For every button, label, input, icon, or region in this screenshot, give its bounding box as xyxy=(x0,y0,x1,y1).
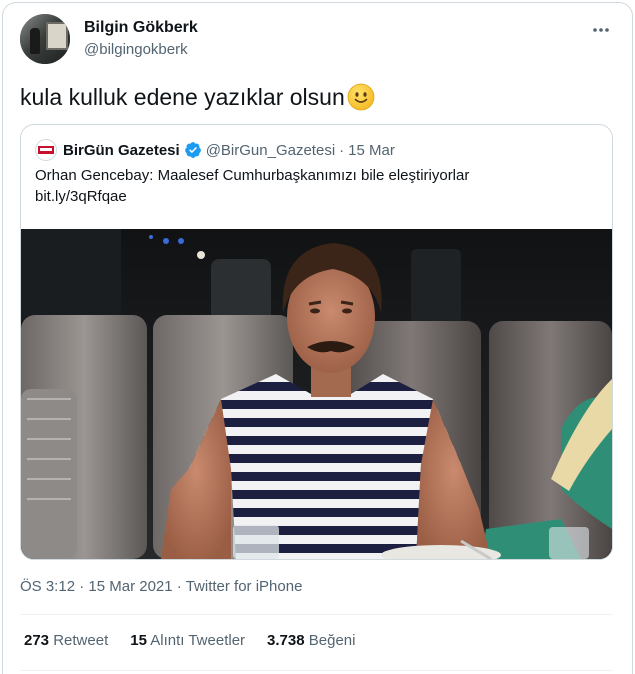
avatar[interactable] xyxy=(20,14,70,64)
divider xyxy=(20,670,613,671)
separator-dot: · xyxy=(79,578,85,595)
likes-count: 3.738 xyxy=(267,632,305,649)
tweet-text: kula kulluk edene yazıklar olsun xyxy=(20,80,375,114)
likes-stat[interactable]: 3.738 Beğeni xyxy=(267,632,355,649)
tweet-source[interactable]: Twitter for iPhone xyxy=(186,578,303,595)
divider xyxy=(20,614,613,615)
quoted-date[interactable]: 15 Mar xyxy=(348,142,395,159)
retweets-label: Retweet xyxy=(53,632,109,649)
quoted-tweet-text: Orhan Gencebay: Maalesef Cumhurbaşkanımı… xyxy=(35,165,469,207)
author-block: Bilgin Gökberk @bilgingokberk xyxy=(84,18,198,60)
more-dots-icon[interactable] xyxy=(591,20,611,40)
tweet-header: Bilgin Gökberk @bilgingokberk xyxy=(20,14,615,66)
tweet-meta: ÖS 3:12 · 15 Mar 2021 · Twitter for iPho… xyxy=(20,578,302,595)
likes-label: Beğeni xyxy=(308,632,356,649)
tweet-text-content: kula kulluk edene yazıklar olsun xyxy=(20,84,345,110)
quoted-tweet[interactable]: BirGün Gazetesi @BirGun_Gazetesi · 15 Ma… xyxy=(20,124,613,560)
separator-dot: · xyxy=(176,578,182,595)
smiling-face-emoji-icon xyxy=(347,83,375,111)
quoted-author-handle[interactable]: @BirGun_Gazetesi xyxy=(206,142,335,159)
quoted-text-line: Orhan Gencebay: Maalesef Cumhurbaşkanımı… xyxy=(35,167,470,184)
author-display-name[interactable]: Bilgin Gökberk xyxy=(84,18,198,38)
quotes-count: 15 xyxy=(130,632,147,649)
tweet-date[interactable]: 15 Mar 2021 xyxy=(88,578,172,595)
birgun-logo-icon xyxy=(35,139,57,161)
quoted-photo[interactable] xyxy=(21,229,612,559)
quoted-link[interactable]: bit.ly/3qRfqae xyxy=(35,186,469,207)
quotes-stat[interactable]: 15 Alıntı Tweetler xyxy=(130,632,245,649)
quoted-tweet-header: BirGün Gazetesi @BirGun_Gazetesi · 15 Ma… xyxy=(35,139,395,161)
retweets-stat[interactable]: 273 Retweet xyxy=(24,632,108,649)
verified-badge-icon xyxy=(184,142,201,158)
tweet-time[interactable]: ÖS 3:12 xyxy=(20,578,75,595)
quotes-label: Alıntı Tweetler xyxy=(150,632,246,649)
author-handle[interactable]: @bilgingokberk xyxy=(84,40,198,60)
separator-dot: · xyxy=(339,141,345,159)
retweets-count: 273 xyxy=(24,632,50,649)
tweet-stats: 273 Retweet 15 Alıntı Tweetler 3.738 Beğ… xyxy=(24,632,355,649)
quoted-author-name[interactable]: BirGün Gazetesi xyxy=(63,142,180,159)
